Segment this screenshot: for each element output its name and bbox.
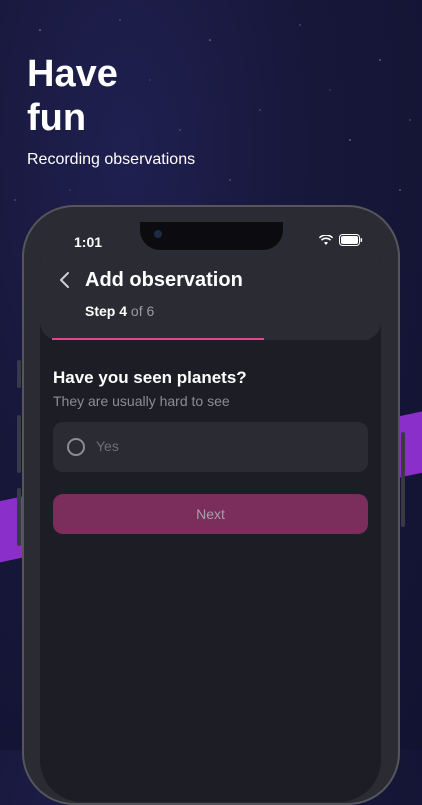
next-button[interactable]: Next: [53, 494, 368, 534]
radio-icon[interactable]: [67, 438, 85, 456]
promo-title: Have fun: [27, 53, 118, 139]
option-yes[interactable]: Yes: [53, 422, 368, 472]
front-camera: [154, 230, 162, 238]
status-time: 1:01: [74, 234, 103, 250]
status-icons: [319, 234, 363, 246]
step-current: Step 4: [85, 303, 128, 319]
question-title: Have you seen planets?: [53, 368, 247, 387]
phone-side-button: [17, 360, 21, 388]
page-title: Add observation: [85, 269, 243, 291]
battery-icon: [339, 234, 363, 246]
question-hint: They are usually hard to see: [53, 393, 230, 409]
wifi-icon: [319, 234, 333, 245]
promo-subtitle: Recording observations: [27, 151, 196, 168]
option-label: Yes: [96, 438, 119, 454]
phone-side-button: [17, 488, 21, 546]
progress-bar: [52, 338, 369, 340]
phone-side-button: [401, 432, 405, 527]
progress-fill: [52, 338, 265, 340]
back-chevron-icon[interactable]: [58, 270, 72, 290]
phone-side-button: [17, 415, 21, 473]
step-indicator: Step 4 of 6: [85, 303, 154, 319]
phone-screen: 1:01 Add observation Step 4 of 6 Have yo…: [40, 222, 381, 802]
step-total: of 6: [130, 303, 155, 319]
